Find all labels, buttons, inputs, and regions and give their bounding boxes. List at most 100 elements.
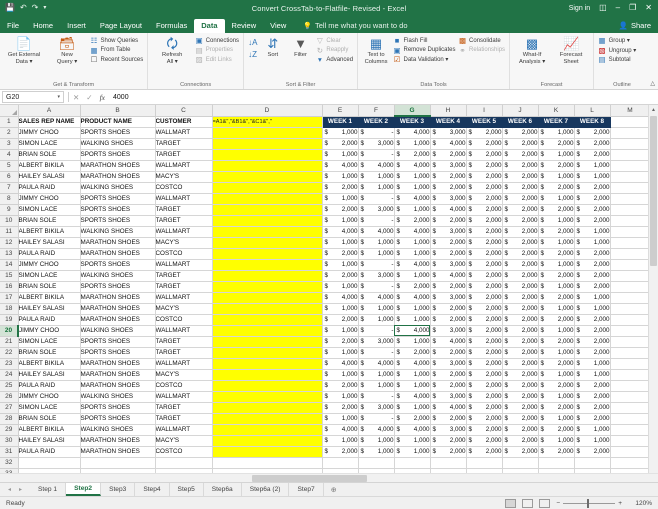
cell-K4[interactable]: $1,000 xyxy=(538,149,574,160)
cell-F20[interactable]: $- xyxy=(358,325,394,336)
cell-L9[interactable]: $2,000 xyxy=(574,204,610,215)
cell-L31[interactable]: $2,000 xyxy=(574,446,610,457)
sheet-nav-prev-icon[interactable]: ◂ xyxy=(8,486,11,493)
cell-empty[interactable] xyxy=(155,468,212,473)
cell-C16[interactable]: TARGET xyxy=(155,281,212,292)
what-if-analysis-button[interactable]: ▩ What-If Analysis ▾ xyxy=(514,35,550,65)
cell-E7[interactable]: $2,000 xyxy=(322,182,358,193)
column-header-j[interactable]: J xyxy=(502,105,538,116)
cell-empty[interactable] xyxy=(538,457,574,468)
cell-D20[interactable] xyxy=(212,325,322,336)
column-header-f[interactable]: F xyxy=(358,105,394,116)
cell-M24[interactable] xyxy=(610,369,650,380)
cell-I8[interactable]: $2,000 xyxy=(466,193,502,204)
row-header-18[interactable]: 18 xyxy=(0,303,18,314)
horizontal-scroll-thumb[interactable] xyxy=(252,475,367,482)
cell-H17[interactable]: $3,000 xyxy=(430,292,466,303)
cell-B23[interactable]: MARATHON SHOES xyxy=(80,358,155,369)
cell-F13[interactable]: $1,000 xyxy=(358,248,394,259)
cell-L3[interactable]: $2,000 xyxy=(574,138,610,149)
cell-M26[interactable] xyxy=(610,391,650,402)
cell-E22[interactable]: $1,000 xyxy=(322,347,358,358)
cell-G9[interactable]: $1,000 xyxy=(394,204,430,215)
column-header-l[interactable]: L xyxy=(574,105,610,116)
recent-sources-button[interactable]: ☐ Recent Sources xyxy=(90,56,143,64)
name-box[interactable]: G20 ▾ xyxy=(2,91,64,103)
group-button[interactable]: ▦ Group ▾ xyxy=(598,37,636,45)
cell-M21[interactable] xyxy=(610,336,650,347)
cell-E11[interactable]: $4,000 xyxy=(322,226,358,237)
cell-I7[interactable]: $2,000 xyxy=(466,182,502,193)
cell-E13[interactable]: $2,000 xyxy=(322,248,358,259)
row-header-5[interactable]: 5 xyxy=(0,160,18,171)
cell-H19[interactable]: $2,000 xyxy=(430,314,466,325)
cell-A27[interactable]: SIMON LACE xyxy=(18,402,80,413)
tab-formulas[interactable]: Formulas xyxy=(149,19,194,33)
cell-C6[interactable]: MACY'S xyxy=(155,171,212,182)
row-header-27[interactable]: 27 xyxy=(0,402,18,413)
tell-me-box[interactable]: 💡 Tell me what you want to do xyxy=(293,19,407,33)
cell-E21[interactable]: $2,000 xyxy=(322,336,358,347)
cell-L13[interactable]: $2,000 xyxy=(574,248,610,259)
cell-D21[interactable] xyxy=(212,336,322,347)
cell-L8[interactable]: $2,000 xyxy=(574,193,610,204)
cell-C11[interactable]: WALLMART xyxy=(155,226,212,237)
row-header-29[interactable]: 29 xyxy=(0,424,18,435)
cell-C12[interactable]: MACY'S xyxy=(155,237,212,248)
cell-M16[interactable] xyxy=(610,281,650,292)
cell-I13[interactable]: $2,000 xyxy=(466,248,502,259)
cell-F14[interactable]: $- xyxy=(358,259,394,270)
cell-J27[interactable]: $2,000 xyxy=(502,402,538,413)
cell-L19[interactable]: $2,000 xyxy=(574,314,610,325)
advanced-filter-button[interactable]: ▾ Advanced xyxy=(316,56,353,64)
cell-empty[interactable] xyxy=(18,457,80,468)
cell-D24[interactable] xyxy=(212,369,322,380)
cell-A20[interactable]: JIMMY CHOO xyxy=(18,325,80,336)
cell-A7[interactable]: PAULA RAID xyxy=(18,182,80,193)
row-header-30[interactable]: 30 xyxy=(0,435,18,446)
cell-D31[interactable] xyxy=(212,446,322,457)
cell-F3[interactable]: $3,000 xyxy=(358,138,394,149)
cell-D1[interactable]: =A1&","&B1&","&C1&"," xyxy=(212,116,322,127)
cell-empty[interactable] xyxy=(322,457,358,468)
cell-J12[interactable]: $2,000 xyxy=(502,237,538,248)
cell-F27[interactable]: $3,000 xyxy=(358,402,394,413)
cell-J15[interactable]: $2,000 xyxy=(502,270,538,281)
row-header-33[interactable]: 33 xyxy=(0,468,18,473)
cell-D16[interactable] xyxy=(212,281,322,292)
cell-H31[interactable]: $2,000 xyxy=(430,446,466,457)
cell-C2[interactable]: WALLMART xyxy=(155,127,212,138)
cell-D22[interactable] xyxy=(212,347,322,358)
horizontal-scroll-track[interactable] xyxy=(10,475,648,482)
cell-A31[interactable]: PAULA RAID xyxy=(18,446,80,457)
sheet-tab-step2[interactable]: Step2 xyxy=(66,483,101,496)
cell-G2[interactable]: $4,000 xyxy=(394,127,430,138)
vertical-scroll-thumb[interactable] xyxy=(650,116,657,266)
cell-M9[interactable] xyxy=(610,204,650,215)
cell-I11[interactable]: $2,000 xyxy=(466,226,502,237)
cell-H20[interactable]: $3,000 xyxy=(430,325,466,336)
cell-J11[interactable]: $2,000 xyxy=(502,226,538,237)
cell-G18[interactable]: $1,000 xyxy=(394,303,430,314)
cell-I1[interactable]: WEEK 5 xyxy=(466,116,502,127)
cell-I20[interactable]: $2,000 xyxy=(466,325,502,336)
cell-E16[interactable]: $1,000 xyxy=(322,281,358,292)
new-query-button[interactable]: 🗃 New Query ▾ xyxy=(47,35,87,65)
cell-L5[interactable]: $1,000 xyxy=(574,160,610,171)
cell-B9[interactable]: SPORTS SHOES xyxy=(80,204,155,215)
collapse-ribbon-icon[interactable]: △ xyxy=(650,80,655,87)
cell-J6[interactable]: $2,000 xyxy=(502,171,538,182)
cell-L17[interactable]: $1,000 xyxy=(574,292,610,303)
row-header-7[interactable]: 7 xyxy=(0,182,18,193)
cell-K29[interactable]: $2,000 xyxy=(538,424,574,435)
column-header-c[interactable]: C xyxy=(155,105,212,116)
cell-H21[interactable]: $4,000 xyxy=(430,336,466,347)
cell-empty[interactable] xyxy=(574,457,610,468)
cell-H4[interactable]: $2,000 xyxy=(430,149,466,160)
cell-I10[interactable]: $2,000 xyxy=(466,215,502,226)
cell-M1[interactable] xyxy=(610,116,650,127)
cell-empty[interactable] xyxy=(155,457,212,468)
cell-L16[interactable]: $2,000 xyxy=(574,281,610,292)
normal-view-icon[interactable] xyxy=(505,499,516,508)
cell-M23[interactable] xyxy=(610,358,650,369)
